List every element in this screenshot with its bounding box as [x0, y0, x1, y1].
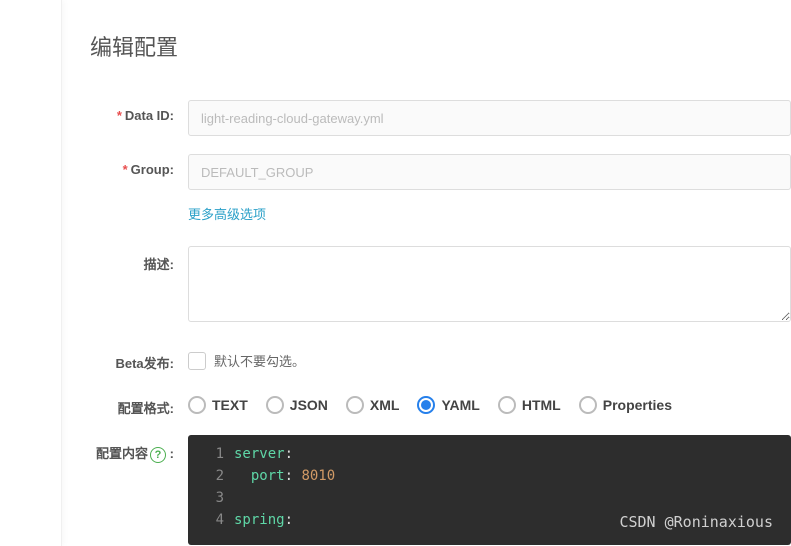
row-data-id: *Data ID: [90, 100, 791, 136]
row-beta: Beta发布: 默认不要勾选。 [90, 345, 791, 372]
input-data-id[interactable] [188, 100, 791, 136]
radio-properties[interactable]: Properties [579, 396, 672, 414]
more-options-link[interactable]: 更多高级选项 [188, 207, 266, 222]
checkbox-beta[interactable] [188, 352, 206, 370]
radio-circle-icon [266, 396, 284, 414]
main-content: 编辑配置 *Data ID: *Group: 更多高级选项 描述: Beta发布… [62, 0, 791, 545]
radio-group-format: TEXT JSON XML YAML HTML Properties [188, 390, 791, 414]
code-editor[interactable]: 1234 server: port: 8010 spring: CSDN @Ro… [188, 435, 791, 545]
input-description[interactable] [188, 246, 791, 322]
radio-text[interactable]: TEXT [188, 396, 248, 414]
radio-circle-icon [417, 396, 435, 414]
label-content: 配置内容? : [90, 435, 188, 463]
radio-label: JSON [290, 397, 328, 413]
row-description: 描述: [90, 246, 791, 327]
beta-hint: 默认不要勾选。 [214, 351, 305, 370]
code-body[interactable]: server: port: 8010 spring: [234, 435, 791, 545]
input-group[interactable] [188, 154, 791, 190]
help-icon[interactable]: ? [150, 447, 166, 463]
row-format: 配置格式: TEXT JSON XML YAML HTML Properties [90, 390, 791, 417]
row-group: *Group: [90, 154, 791, 190]
label-description: 描述: [90, 246, 188, 273]
radio-html[interactable]: HTML [498, 396, 561, 414]
radio-label: HTML [522, 397, 561, 413]
radio-circle-icon [346, 396, 364, 414]
page-title: 编辑配置 [90, 30, 791, 62]
radio-label: TEXT [212, 397, 248, 413]
radio-circle-icon [498, 396, 516, 414]
radio-xml[interactable]: XML [346, 396, 400, 414]
row-content: 配置内容? : 1234 server: port: 8010 spring: … [90, 435, 791, 545]
radio-circle-icon [188, 396, 206, 414]
label-format: 配置格式: [90, 390, 188, 417]
radio-json[interactable]: JSON [266, 396, 328, 414]
radio-label: YAML [441, 397, 479, 413]
sidebar-panel [0, 0, 62, 546]
label-beta: Beta发布: [90, 345, 188, 372]
radio-yaml[interactable]: YAML [417, 396, 479, 414]
label-group: *Group: [90, 154, 188, 177]
radio-label: Properties [603, 397, 672, 413]
radio-label: XML [370, 397, 400, 413]
radio-circle-icon [579, 396, 597, 414]
line-numbers: 1234 [188, 435, 234, 545]
row-more: 更多高级选项 [90, 204, 791, 224]
label-data-id: *Data ID: [90, 100, 188, 123]
